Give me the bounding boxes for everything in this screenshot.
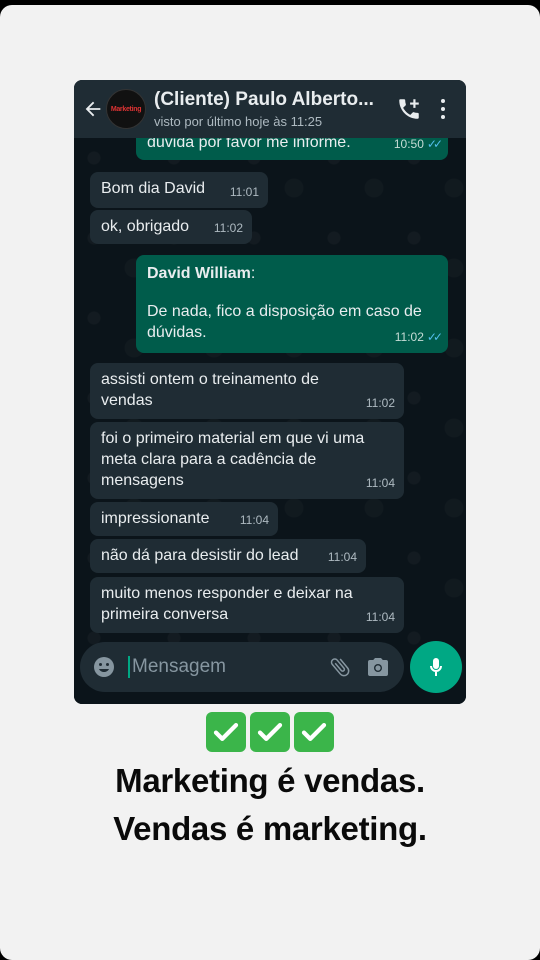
message-sender-line: David William: xyxy=(147,265,256,282)
message-input[interactable]: Mensagem xyxy=(132,656,328,678)
message-bubble-incoming[interactable]: não dá para desistir do lead 11:04 xyxy=(90,539,366,573)
message-composer[interactable]: Mensagem xyxy=(80,642,404,692)
message-bubble-incoming[interactable]: Bom dia David 11:01 xyxy=(90,172,268,208)
message-bubble-incoming[interactable]: muito menos responder e deixar na primei… xyxy=(90,577,404,633)
mic-button[interactable] xyxy=(410,641,462,693)
read-ticks-icon: ✓✓ xyxy=(426,330,443,344)
message-text: foi o primeiro material em que vi uma me… xyxy=(101,430,365,489)
message-bubble-outgoing[interactable]: David William: De nada, fico a disposiçã… xyxy=(136,255,448,353)
last-seen-status: visto por último hoje às 11:25 xyxy=(154,114,323,129)
message-sender: David William xyxy=(147,265,251,282)
chat-header: Marketing (Cliente) Paulo Alberto... vis… xyxy=(74,80,466,138)
back-arrow-icon[interactable] xyxy=(82,98,104,120)
message-time: 11:04 xyxy=(365,476,395,490)
check-mark-emoji xyxy=(250,712,290,752)
message-text: ok, obrigado xyxy=(101,218,190,235)
camera-icon[interactable] xyxy=(366,655,390,679)
message-time: 11:04 xyxy=(327,550,357,564)
message-bubble-incoming[interactable]: impressionante 11:04 xyxy=(90,502,278,536)
avatar-logo: Marketing xyxy=(110,105,142,113)
message-time: 11:04 xyxy=(365,610,395,624)
check-mark-emoji xyxy=(206,712,246,752)
attach-icon[interactable] xyxy=(328,655,352,679)
whatsapp-screenshot: dúvida por favor me informe. 10:50 ✓✓ Bom… xyxy=(74,80,466,704)
message-text: impressionante xyxy=(101,510,210,527)
contact-name: (Cliente) Paulo Alberto... xyxy=(154,89,374,110)
message-bubble-incoming[interactable]: ok, obrigado 11:02 xyxy=(90,210,252,244)
message-time: 11:02 xyxy=(365,396,395,410)
emoji-icon[interactable] xyxy=(92,655,116,679)
caption-line-1: Marketing é vendas. xyxy=(115,762,425,799)
add-call-icon[interactable] xyxy=(396,96,422,122)
check-mark-emoji xyxy=(294,712,334,752)
message-time: 11:04 xyxy=(239,513,269,527)
message-time: 11:01 xyxy=(229,185,259,199)
message-text: De nada, fico a disposição em caso de dú… xyxy=(147,303,422,341)
message-bubble-incoming[interactable]: assisti ontem o treinamento de vendas 11… xyxy=(90,363,404,419)
avatar[interactable]: Marketing xyxy=(106,89,146,129)
message-text: muito menos responder e deixar na primei… xyxy=(101,585,353,623)
message-time: 11:02 xyxy=(213,221,243,235)
contact-info[interactable]: (Cliente) Paulo Alberto... visto por últ… xyxy=(154,89,396,129)
message-text: assisti ontem o treinamento de vendas xyxy=(101,371,319,409)
read-ticks-icon: ✓✓ xyxy=(426,137,443,151)
message-bubble-incoming[interactable]: foi o primeiro material em que vi uma me… xyxy=(90,422,404,499)
message-text: não dá para desistir do lead xyxy=(101,547,299,564)
message-time: 11:02 ✓✓ xyxy=(394,330,443,344)
text-cursor xyxy=(128,656,130,678)
message-text: Bom dia David xyxy=(101,180,206,197)
more-vert-icon[interactable] xyxy=(440,99,446,119)
mic-icon xyxy=(430,658,442,676)
caption-line-2: Vendas é marketing. xyxy=(113,810,427,847)
check-emoji-row xyxy=(0,712,540,752)
